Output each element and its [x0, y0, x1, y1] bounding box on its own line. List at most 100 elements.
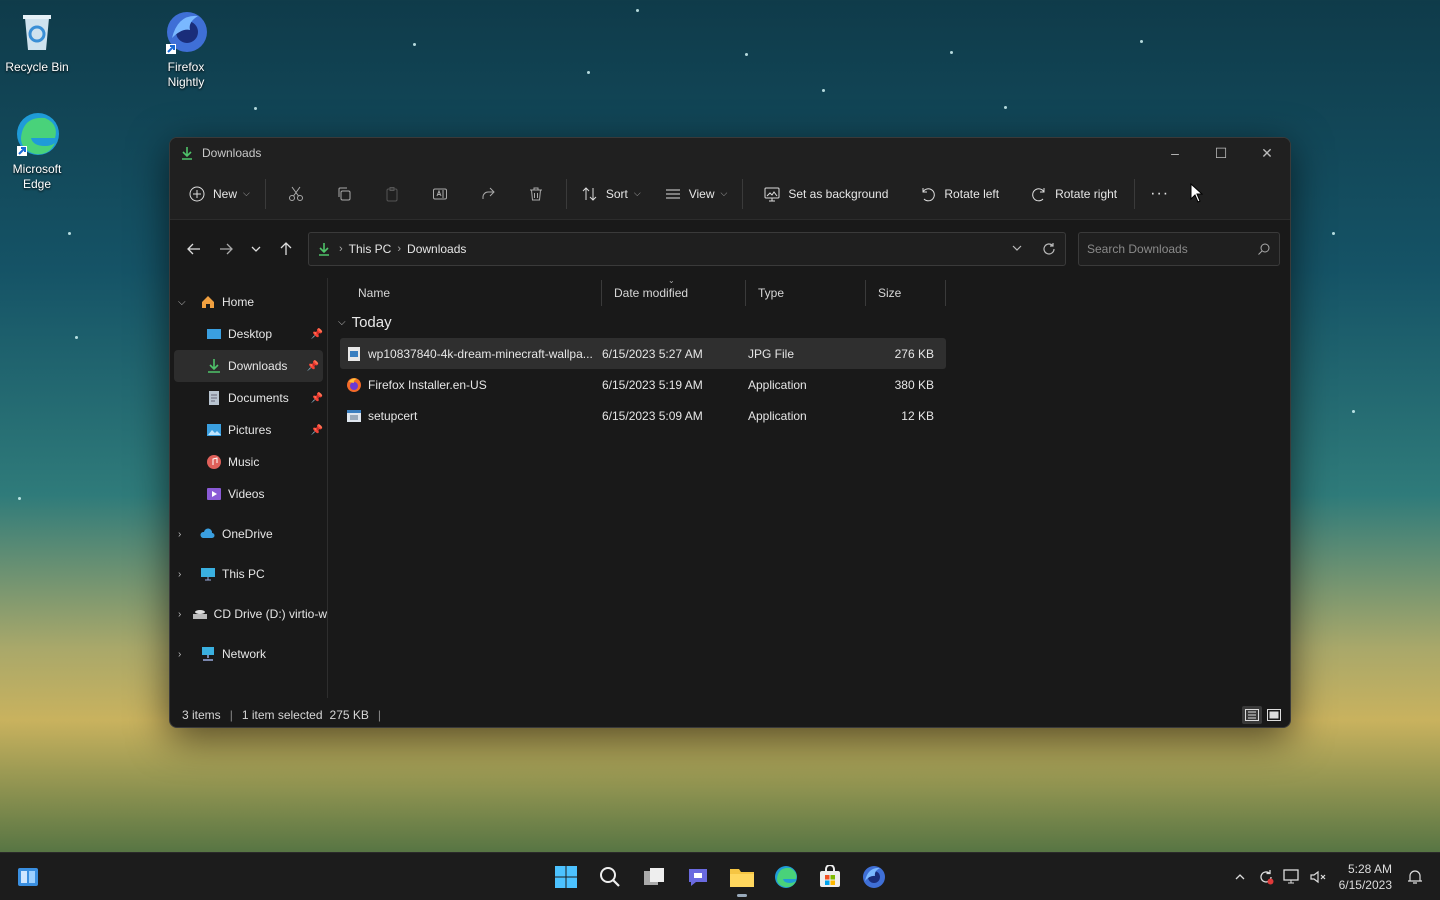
recent-locations-button[interactable] [242, 233, 270, 265]
search-box[interactable] [1078, 232, 1280, 266]
edge-icon [17, 113, 59, 156]
sidebar-item-downloads[interactable]: Downloads 📌 [174, 350, 323, 382]
desktop-icon-edge[interactable]: Microsoft Edge [0, 110, 74, 192]
firefox-nightly-taskbar-button[interactable] [852, 857, 896, 897]
chevron-up-icon [1235, 874, 1245, 880]
firefox-nightly-icon [863, 866, 885, 888]
selection-count: 1 item selected [241, 708, 323, 722]
sidebar-item-pictures[interactable]: Pictures 📌 [170, 414, 327, 446]
address-bar[interactable]: › This PC › Downloads [308, 232, 1066, 266]
sort-icon [582, 186, 598, 202]
rename-button[interactable] [416, 177, 464, 211]
copy-button[interactable] [320, 177, 368, 211]
search-input[interactable] [1087, 242, 1247, 256]
up-button[interactable] [270, 233, 302, 265]
sidebar-item-videos[interactable]: Videos [170, 478, 327, 510]
sort-button[interactable]: Sort ⌵ [573, 177, 650, 211]
sidebar-item-onedrive[interactable]: › OneDrive [170, 518, 327, 550]
file-explorer-taskbar-button[interactable] [720, 857, 764, 897]
chevron-down-icon: ⌵ [720, 188, 728, 198]
rotate-right-button[interactable]: Rotate right [1022, 177, 1126, 211]
arrow-up-icon [280, 242, 292, 255]
column-header-date-modified[interactable]: ⌄ Date modified [602, 276, 746, 306]
store-taskbar-button[interactable] [808, 857, 852, 897]
column-header-name[interactable]: Name [332, 280, 602, 306]
column-header-type[interactable]: Type [746, 280, 866, 306]
copy-icon [338, 187, 351, 200]
widgets-button[interactable] [6, 857, 50, 897]
rotate-right-icon [1031, 186, 1047, 202]
window-title: Downloads [202, 146, 262, 160]
cloud-icon [200, 526, 216, 542]
sidebar-item-music[interactable]: Music [170, 446, 327, 478]
task-view-button[interactable] [632, 857, 676, 897]
maximize-button[interactable]: ☐ [1198, 138, 1244, 168]
folder-icon [730, 869, 754, 887]
breadcrumb-separator: › [339, 243, 343, 255]
rotate-left-button[interactable]: Rotate left [911, 177, 1008, 211]
bell-icon [1408, 870, 1422, 884]
large-icons-view-button[interactable] [1264, 706, 1284, 724]
tiles-view-icon [1267, 709, 1281, 721]
status-separator: | [229, 708, 233, 722]
desktop-icon-recycle-bin[interactable]: Recycle Bin [0, 8, 74, 75]
file-row[interactable]: Firefox Installer.en-US 6/15/2023 5:19 A… [340, 369, 946, 400]
network-status-icon[interactable] [1279, 869, 1305, 885]
column-header-size[interactable]: Size [866, 280, 946, 306]
address-history-dropdown[interactable] [1001, 242, 1033, 256]
forward-button[interactable] [210, 233, 242, 265]
sidebar-item-home[interactable]: ⌵ Home [170, 286, 327, 318]
firefox-installer-icon [347, 377, 361, 392]
more-options-button[interactable]: ··· [1141, 177, 1178, 211]
details-view-button[interactable] [1242, 706, 1262, 724]
set-as-background-button[interactable]: Set as background [755, 177, 897, 211]
teams-chat-button[interactable] [676, 857, 720, 897]
item-count: 3 items [182, 708, 221, 722]
title-bar[interactable]: Downloads – ☐ ✕ [170, 138, 1290, 168]
paste-icon [386, 186, 398, 201]
edge-taskbar-button[interactable] [764, 857, 808, 897]
refresh-button[interactable] [1033, 242, 1065, 256]
search-icon [600, 867, 620, 887]
file-row[interactable]: wp10837840-4k-dream-minecraft-wallpa... … [340, 338, 946, 369]
delete-button[interactable] [512, 177, 560, 211]
breadcrumb-downloads[interactable]: Downloads [407, 242, 466, 256]
taskbar: 5:28 AM 6/15/2023 [0, 852, 1440, 900]
back-button[interactable] [178, 233, 210, 265]
cut-button[interactable] [272, 177, 320, 211]
view-button[interactable]: View ⌵ [656, 177, 737, 211]
close-button[interactable]: ✕ [1244, 138, 1290, 168]
sidebar-item-desktop[interactable]: Desktop 📌 [170, 318, 327, 350]
rotate-left-icon [920, 186, 936, 202]
navigation-row: › This PC › Downloads [170, 220, 1290, 278]
show-hidden-icons-button[interactable] [1227, 871, 1253, 883]
home-icon [200, 294, 216, 310]
start-button[interactable] [544, 857, 588, 897]
pin-icon: 📌 [310, 424, 323, 436]
sidebar-item-cd-drive[interactable]: › CD Drive (D:) virtio-w [170, 598, 327, 630]
chevron-down-icon: ⌵ [178, 296, 186, 308]
volume-icon[interactable] [1305, 869, 1331, 885]
clock[interactable]: 5:28 AM 6/15/2023 [1339, 861, 1392, 893]
group-header-today[interactable]: ⌵ Today [332, 306, 1290, 338]
chevron-down-icon: ⌵ [243, 188, 250, 198]
search-taskbar-button[interactable] [588, 857, 632, 897]
breadcrumb-this-pc[interactable]: This PC [349, 242, 392, 256]
paste-button[interactable] [368, 177, 416, 211]
refresh-icon [1043, 243, 1055, 255]
view-icon [665, 186, 681, 202]
network-icon [200, 646, 216, 662]
new-button[interactable]: New ⌵ [180, 177, 259, 211]
notifications-button[interactable] [1402, 869, 1428, 885]
minimize-button[interactable]: – [1152, 138, 1198, 168]
desktop-icon-firefox-nightly[interactable]: Firefox Nightly [149, 8, 223, 90]
chevron-down-icon [251, 246, 261, 252]
videos-icon [206, 486, 222, 502]
active-app-indicator [737, 894, 747, 897]
sidebar-item-this-pc[interactable]: › This PC [170, 558, 327, 590]
sidebar-item-documents[interactable]: Documents 📌 [170, 382, 327, 414]
share-button[interactable] [464, 177, 512, 211]
file-row[interactable]: setupcert 6/15/2023 5:09 AM Application … [340, 400, 946, 431]
update-status-icon[interactable] [1253, 868, 1279, 886]
sidebar-item-network[interactable]: › Network [170, 638, 327, 670]
